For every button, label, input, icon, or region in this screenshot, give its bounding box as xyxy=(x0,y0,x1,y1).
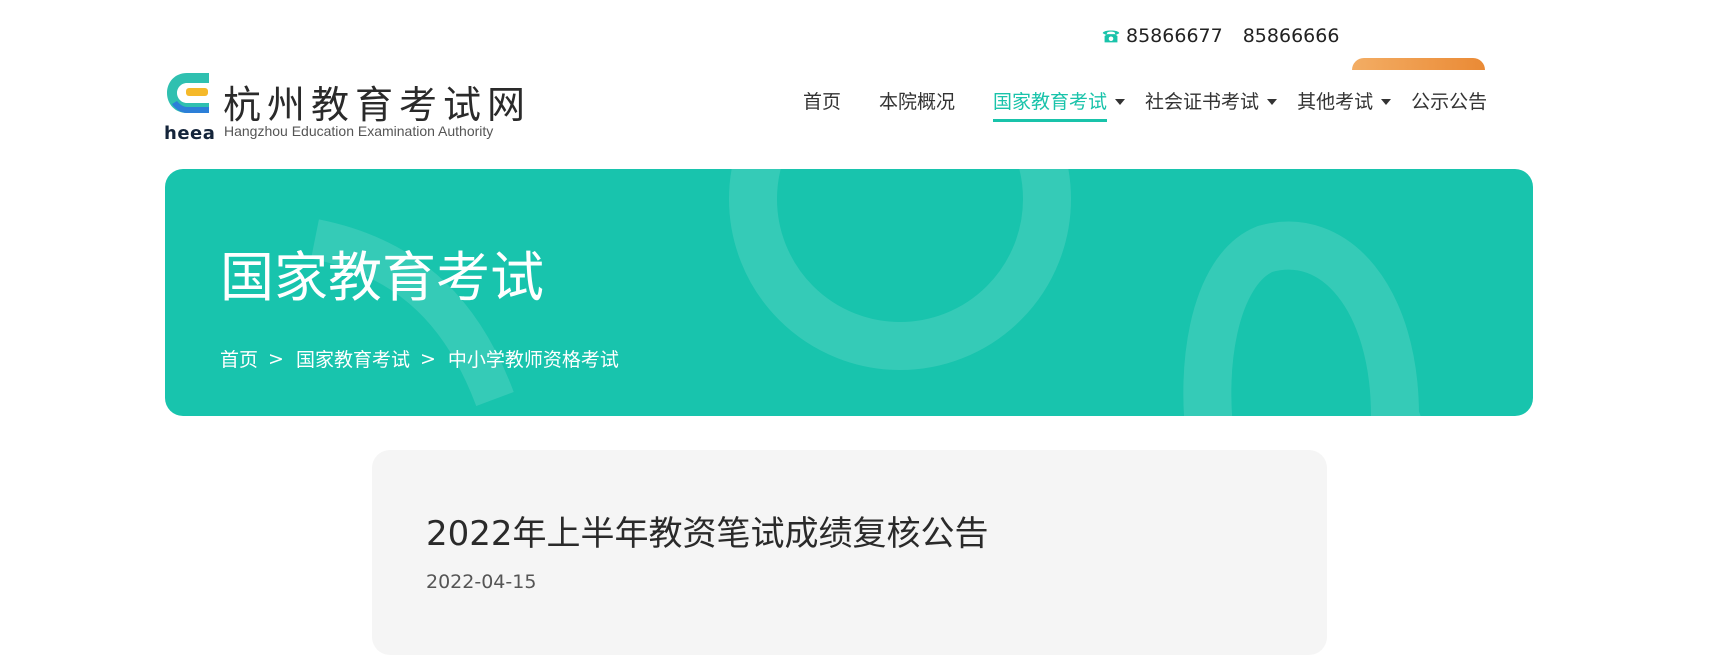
nav-item-label: 首页 xyxy=(803,91,842,113)
breadcrumb-home[interactable]: 首页 xyxy=(220,345,258,372)
phone-group: 85866677 xyxy=(1100,25,1223,47)
caret-down-icon xyxy=(1381,98,1392,105)
nav-item-other-exams[interactable]: 其他考试 xyxy=(1297,87,1392,122)
logo-mark xyxy=(167,73,209,113)
breadcrumb-national-exams[interactable]: 国家教育考试 xyxy=(296,345,410,372)
nav-item-home[interactable]: 首页 xyxy=(803,87,841,122)
breadcrumb-teacher-exam[interactable]: 中小学教师资格考试 xyxy=(448,345,619,372)
logo-name-cn: 杭州教育考试网 xyxy=(223,83,532,127)
nav-item-label: 公示公告 xyxy=(1411,91,1488,113)
article-title: 2022年上半年教资笔试成绩复核公告 xyxy=(426,514,989,554)
caret-down-icon xyxy=(1115,98,1126,105)
page-title: 国家教育考试 xyxy=(220,246,544,309)
breadcrumb-separator: > xyxy=(419,347,436,370)
page-banner: 国家教育考试 首页 > 国家教育考试 > 中小学教师资格考试 xyxy=(165,169,1533,416)
site-logo[interactable]: heea 杭州教育考试网 Hangzhou Education Examinat… xyxy=(163,65,525,145)
breadcrumb-separator: > xyxy=(268,347,284,370)
article-card: 2022年上半年教资笔试成绩复核公告 2022-04-15 xyxy=(372,450,1327,655)
nav-item-announcements[interactable]: 公示公告 xyxy=(1411,87,1487,122)
nav-item-label: 国家教育考试 xyxy=(993,87,1108,122)
main-nav: 首页 本院概况 国家教育考试 社会证书考试 其他考试 公示公告 xyxy=(803,87,1487,127)
nav-item-label: 本院概况 xyxy=(879,91,956,113)
phone-number-1: 85866677 xyxy=(1126,25,1223,47)
nav-item-certificate-exams[interactable]: 社会证书考试 xyxy=(1145,87,1278,122)
logo-abbr: heea xyxy=(164,123,216,144)
logo-name-en: Hangzhou Education Examination Authority xyxy=(224,123,494,139)
breadcrumb: 首页 > 国家教育考试 > 中小学教师资格考试 xyxy=(220,345,619,372)
orange-tab[interactable] xyxy=(1352,58,1485,70)
caret-down-icon xyxy=(1267,98,1278,105)
article-date: 2022-04-15 xyxy=(426,571,537,593)
nav-item-label: 社会证书考试 xyxy=(1145,91,1260,113)
nav-item-about[interactable]: 本院概况 xyxy=(879,87,955,122)
phone-icon xyxy=(1102,30,1120,43)
nav-item-national-exams[interactable]: 国家教育考试 xyxy=(993,87,1126,122)
phone-number-2: 85866666 xyxy=(1242,25,1340,47)
contact-bar: 85866677 85866666 xyxy=(1100,22,1339,50)
nav-item-label: 其他考试 xyxy=(1297,91,1374,113)
